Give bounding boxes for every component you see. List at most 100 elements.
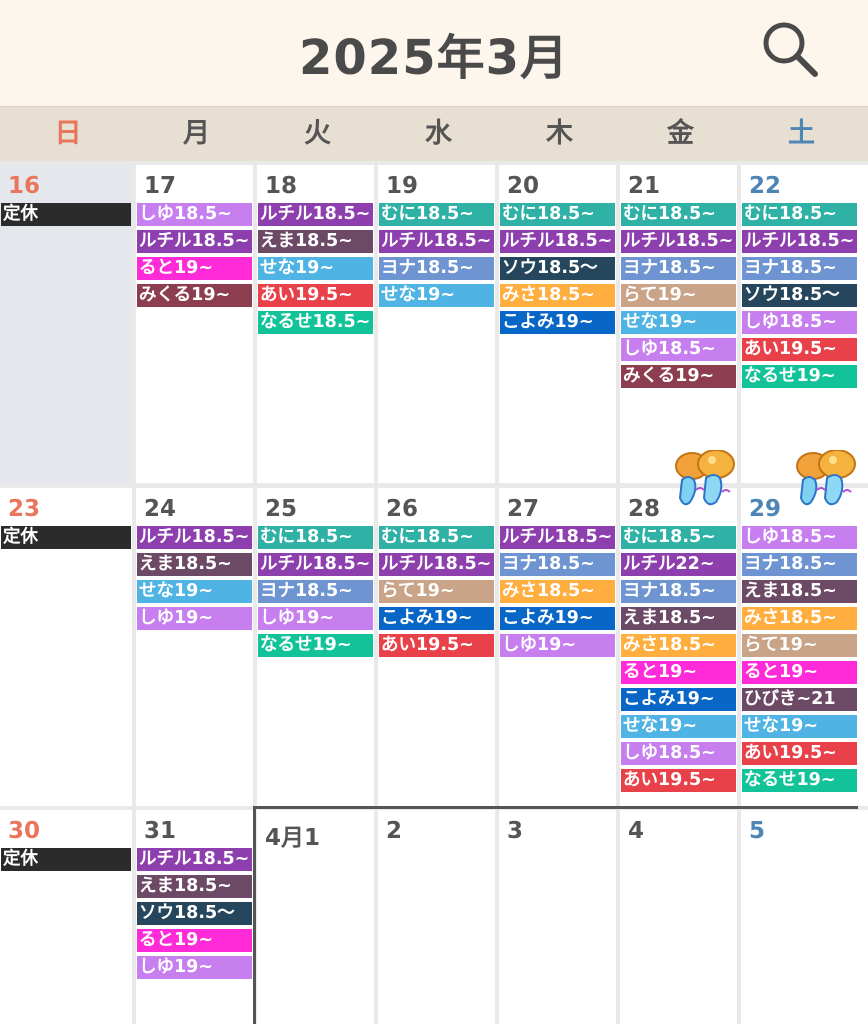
event-chip[interactable]: みさ18.5~ xyxy=(500,284,615,307)
event-chip[interactable]: あい19.5~ xyxy=(379,634,494,657)
event-chip[interactable]: せな19~ xyxy=(621,311,736,334)
event-chip[interactable]: しゆ19~ xyxy=(137,607,252,630)
event-chip[interactable]: こよみ19~ xyxy=(500,311,615,334)
event-chip[interactable]: ると19~ xyxy=(742,661,857,684)
event-chip[interactable]: えま18.5~ xyxy=(137,875,252,898)
event-chip[interactable]: あい19.5~ xyxy=(742,338,857,361)
event-chip[interactable]: しゆ18.5~ xyxy=(621,338,736,361)
day-cell[interactable]: 4月1 xyxy=(257,810,374,1024)
event-chip[interactable]: ソウ18.5～ xyxy=(742,284,857,307)
day-cell[interactable]: 29 しゆ18.5~ ヨナ18.5~ えま18.5~ みさ18.5~ らて19~ ると19~… xyxy=(741,488,868,806)
day-cell[interactable]: 21 むに18.5~ ルチル18.5~ ヨナ18.5~ らて19~ せな19~ しゆ18.5… xyxy=(620,165,737,483)
day-cell[interactable]: 23 定休 xyxy=(0,488,132,806)
event-chip[interactable]: なるせ19~ xyxy=(742,365,857,388)
event-chip[interactable]: えま18.5~ xyxy=(258,230,373,253)
day-cell[interactable]: 19 むに18.5~ ルチル18.5~ ヨナ18.5~ せな19~ xyxy=(378,165,495,483)
event-chip[interactable]: えま18.5~ xyxy=(137,553,252,576)
day-cell[interactable]: 20 むに18.5~ ルチル18.5~ ソウ18.5～ みさ18.5~ こよみ19~ xyxy=(499,165,616,483)
event-chip[interactable]: しゆ18.5~ xyxy=(742,526,857,549)
event-chip[interactable]: ヨナ18.5~ xyxy=(742,257,857,280)
event-chip[interactable]: こよみ19~ xyxy=(379,607,494,630)
event-chip[interactable]: むに18.5~ xyxy=(621,203,736,226)
event-chip[interactable]: ルチル18.5~ xyxy=(137,526,252,549)
event-chip[interactable]: ると19~ xyxy=(137,257,252,280)
day-cell[interactable]: 30 定休 xyxy=(0,810,132,1024)
event-chip[interactable]: ルチル18.5~ xyxy=(379,230,494,253)
event-chip[interactable]: せな19~ xyxy=(258,257,373,280)
event-chip[interactable]: ヨナ18.5~ xyxy=(621,580,736,603)
event-chip[interactable]: みさ18.5~ xyxy=(621,634,736,657)
event-chip[interactable]: あい19.5~ xyxy=(258,284,373,307)
event-chip[interactable]: えま18.5~ xyxy=(742,580,857,603)
event-chip[interactable]: ると19~ xyxy=(137,929,252,952)
event-chip[interactable]: ルチル18.5~ xyxy=(137,230,252,253)
event-chip[interactable]: らて19~ xyxy=(742,634,857,657)
day-cell[interactable]: 28 むに18.5~ ルチル22~ ヨナ18.5~ えま18.5~ みさ18.5~ ると19… xyxy=(620,488,737,806)
event-chip[interactable]: こよみ19~ xyxy=(500,607,615,630)
event-chip[interactable]: ヨナ18.5~ xyxy=(258,580,373,603)
search-button[interactable] xyxy=(758,18,822,78)
day-cell[interactable]: 18 ルチル18.5~ えま18.5~ せな19~ あい19.5~ なるせ18.5~ xyxy=(257,165,374,483)
event-chip[interactable]: せな19~ xyxy=(137,580,252,603)
event-chip[interactable]: しゆ19~ xyxy=(500,634,615,657)
event-chip[interactable]: しゆ18.5~ xyxy=(137,203,252,226)
event-chip[interactable]: ルチル18.5~ xyxy=(500,230,615,253)
event-chip[interactable]: せな19~ xyxy=(379,284,494,307)
event-chip[interactable]: みくる19~ xyxy=(621,365,736,388)
event-chip[interactable]: ルチル18.5~ xyxy=(621,230,736,253)
event-chip[interactable]: しゆ18.5~ xyxy=(621,742,736,765)
event-chip[interactable]: むに18.5~ xyxy=(379,526,494,549)
event-chip[interactable]: らて19~ xyxy=(621,284,736,307)
event-chip[interactable]: こよみ19~ xyxy=(621,688,736,711)
event-chip[interactable]: ルチル18.5~ xyxy=(742,230,857,253)
event-chip[interactable]: 定休 xyxy=(1,203,131,226)
event-chip[interactable]: むに18.5~ xyxy=(621,526,736,549)
day-cell[interactable]: 4 xyxy=(620,810,737,1024)
day-cell[interactable]: 27 ルチル18.5~ ヨナ18.5~ みさ18.5~ こよみ19~ しゆ19~ xyxy=(499,488,616,806)
event-chip[interactable]: なるせ19~ xyxy=(742,769,857,792)
day-cell[interactable]: 22 むに18.5~ ルチル18.5~ ヨナ18.5~ ソウ18.5～ しゆ18.5~ あい… xyxy=(741,165,868,483)
event-chip[interactable]: しゆ19~ xyxy=(258,607,373,630)
day-cell[interactable]: 26 むに18.5~ ルチル18.5~ らて19~ こよみ19~ あい19.5~ xyxy=(378,488,495,806)
event-chip[interactable]: みさ18.5~ xyxy=(742,607,857,630)
event-chip[interactable]: えま18.5~ xyxy=(621,607,736,630)
day-cell[interactable]: 2 xyxy=(378,810,495,1024)
event-chip[interactable]: ルチル18.5~ xyxy=(500,526,615,549)
event-chip[interactable]: みくる19~ xyxy=(137,284,252,307)
day-cell[interactable]: 3 xyxy=(499,810,616,1024)
event-chip[interactable]: あい19.5~ xyxy=(742,742,857,765)
day-cell[interactable]: 31 ルチル18.5~ えま18.5~ ソウ18.5～ ると19~ しゆ19~ xyxy=(136,810,253,1024)
event-chip[interactable]: むに18.5~ xyxy=(379,203,494,226)
event-chip[interactable]: ると19~ xyxy=(621,661,736,684)
day-cell[interactable]: 17 しゆ18.5~ ルチル18.5~ ると19~ みくる19~ xyxy=(136,165,253,483)
event-chip[interactable]: せな19~ xyxy=(742,715,857,738)
event-chip[interactable]: ヨナ18.5~ xyxy=(621,257,736,280)
event-chip[interactable]: ルチル18.5~ xyxy=(258,203,373,226)
event-chip[interactable]: むに18.5~ xyxy=(258,526,373,549)
event-chip[interactable]: 定休 xyxy=(1,526,131,549)
event-chip[interactable]: むに18.5~ xyxy=(742,203,857,226)
event-chip[interactable]: ルチル18.5~ xyxy=(258,553,373,576)
event-chip[interactable]: ルチル22~ xyxy=(621,553,736,576)
event-chip[interactable]: ヨナ18.5~ xyxy=(379,257,494,280)
day-cell[interactable]: 24 ルチル18.5~ えま18.5~ せな19~ しゆ19~ xyxy=(136,488,253,806)
day-cell[interactable]: 5 xyxy=(741,810,868,1024)
event-chip[interactable]: むに18.5~ xyxy=(500,203,615,226)
event-chip[interactable]: みさ18.5~ xyxy=(500,580,615,603)
event-chip[interactable]: 定休 xyxy=(1,848,131,871)
day-cell[interactable]: 25 むに18.5~ ルチル18.5~ ヨナ18.5~ しゆ19~ なるせ19~ xyxy=(257,488,374,806)
event-chip[interactable]: しゆ18.5~ xyxy=(742,311,857,334)
event-chip[interactable]: ヨナ18.5~ xyxy=(500,553,615,576)
event-chip[interactable]: ひびき~21 xyxy=(742,688,857,711)
event-chip[interactable]: ソウ18.5～ xyxy=(137,902,252,925)
event-chip[interactable]: ルチル18.5~ xyxy=(137,848,252,871)
event-chip[interactable]: なるせ19~ xyxy=(258,634,373,657)
event-chip[interactable]: しゆ19~ xyxy=(137,956,252,979)
event-chip[interactable]: あい19.5~ xyxy=(621,769,736,792)
event-chip[interactable]: なるせ18.5~ xyxy=(258,311,373,334)
event-chip[interactable]: ソウ18.5～ xyxy=(500,257,615,280)
event-chip[interactable]: らて19~ xyxy=(379,580,494,603)
event-chip[interactable]: ヨナ18.5~ xyxy=(742,553,857,576)
event-chip[interactable]: ルチル18.5~ xyxy=(379,553,494,576)
day-cell[interactable]: 16 定休 xyxy=(0,165,132,483)
